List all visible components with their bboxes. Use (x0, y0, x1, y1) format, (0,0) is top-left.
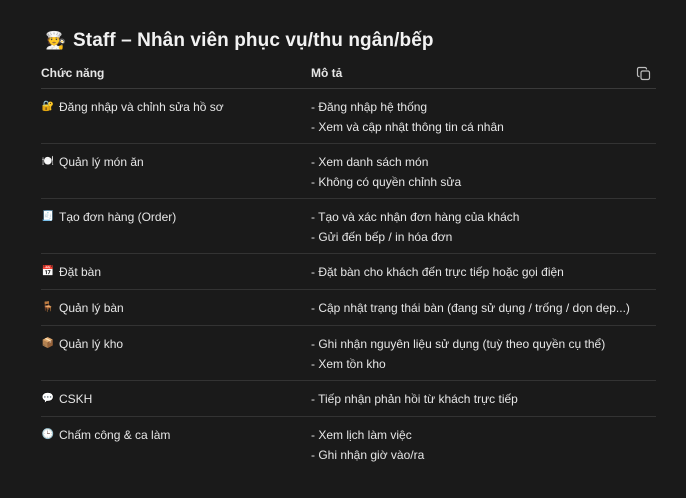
function-label: Đặt bàn (59, 265, 102, 279)
description-cell: - Xem lịch làm việc - Ghi nhận giờ vào/ra (311, 427, 656, 472)
receipt-icon: 🧾 (41, 211, 55, 222)
table-header: Chức năng Mô tả (41, 58, 656, 89)
description-cell: - Đăng nhập hệ thống - Xem và cập nhật th… (311, 99, 656, 143)
page-title-text: Staff – Nhân viên phục vụ/thu ngân/bếp (73, 30, 434, 51)
function-label: Quản lý bàn (59, 301, 124, 315)
table-row: 📦 Quản lý kho - Ghi nhận nguyên liệu sử dụ… (41, 326, 656, 381)
function-label: Tạo đơn hàng (Order) (59, 210, 177, 224)
function-label: Quản lý món ăn (59, 155, 144, 169)
function-label: Chấm công & ca làm (59, 428, 171, 442)
function-cell: 🪑 Quản lý bàn (41, 300, 311, 325)
description-line: - Cập nhật trạng thái bàn (đang sử dụng … (311, 301, 630, 315)
description-line: - Tiếp nhận phản hồi từ khách trực tiếp (311, 392, 518, 406)
description-line: - Đặt bàn cho khách đến trực tiếp hoặc g… (311, 265, 564, 279)
function-cell: 🍽️ Quản lý món ăn (41, 154, 311, 198)
plate-icon: 🍽️ (41, 156, 55, 167)
clock-icon: 🕒 (41, 429, 55, 440)
table-row: 🔐 Đăng nhập và chỉnh sửa hồ sơ - Đăng nhập… (41, 89, 656, 144)
description-line: - Ghi nhận nguyên liệu sử dụng (tuỳ theo… (311, 337, 606, 351)
table-row: 💬 CSKH - Tiếp nhận phản hồi từ khách trực … (41, 381, 656, 417)
page-title: 🧑‍🍳 Staff – Nhân viên phục vụ/thu ngân/b… (41, 28, 656, 54)
function-cell: 📦 Quản lý kho (41, 336, 311, 380)
description-line: - Không có quyền chỉnh sửa (311, 175, 462, 189)
header-function: Chức năng (41, 66, 105, 80)
package-icon: 📦 (41, 338, 55, 349)
table-row: 🍽️ Quản lý món ăn - Xem danh sách món - Khô… (41, 144, 656, 199)
function-cell: 💬 CSKH (41, 391, 311, 416)
description-cell: - Tiếp nhận phản hồi từ khách trực tiếp (311, 391, 656, 416)
copy-icon[interactable] (636, 66, 652, 82)
description-cell: - Cập nhật trạng thái bàn (đang sử dụng … (311, 300, 656, 325)
function-cell: 🧾 Tạo đơn hàng (Order) (41, 209, 311, 253)
table-row: 🕒 Chấm công & ca làm - Xem lịch làm việc - … (41, 417, 656, 472)
description-line: - Xem danh sách món (311, 155, 429, 169)
table-row: 🧾 Tạo đơn hàng (Order) - Tạo và xác nhận đ… (41, 199, 656, 254)
description-cell: - Đặt bàn cho khách đến trực tiếp hoặc g… (311, 264, 656, 289)
description-line: - Xem lịch làm việc (311, 428, 412, 442)
description-cell: - Ghi nhận nguyên liệu sử dụng (tuỳ theo… (311, 336, 656, 380)
description-cell: - Xem danh sách món - Không có quyền chỉn… (311, 154, 656, 198)
table-row: 🪑 Quản lý bàn - Cập nhật trạng thái bàn (đ… (41, 290, 656, 326)
description-line: - Đăng nhập hệ thống (311, 100, 428, 114)
description-line: - Tạo và xác nhận đơn hàng của khách (311, 210, 520, 224)
function-cell: 📅 Đặt bàn (41, 264, 311, 289)
lock-icon: 🔐 (41, 101, 55, 112)
calendar-icon: 📅 (41, 266, 55, 277)
speech-bubble-icon: 💬 (41, 393, 55, 404)
function-label: CSKH (59, 392, 93, 406)
function-label: Đăng nhập và chỉnh sửa hồ sơ (59, 100, 224, 114)
page: 🧑‍🍳 Staff – Nhân viên phục vụ/thu ngân/b… (0, 0, 686, 498)
description-cell: - Tạo và xác nhận đơn hàng của khách - Gử… (311, 209, 656, 253)
function-cell: 🔐 Đăng nhập và chỉnh sửa hồ sơ (41, 99, 311, 143)
chair-icon: 🪑 (41, 302, 55, 313)
description-line: - Xem tồn kho (311, 357, 386, 371)
description-line: - Xem và cập nhật thông tin cá nhân (311, 120, 504, 134)
function-label: Quản lý kho (59, 337, 124, 351)
table-row: 📅 Đặt bàn - Đặt bàn cho khách đến trực tiế… (41, 254, 656, 290)
roles-table: Chức năng Mô tả 🔐 Đăng nhập và chỉnh sửa … (41, 58, 656, 472)
function-cell: 🕒 Chấm công & ca làm (41, 427, 311, 472)
header-description: Mô tả (311, 66, 343, 80)
cook-icon: 🧑‍🍳 (45, 31, 67, 50)
description-line: - Ghi nhận giờ vào/ra (311, 448, 425, 462)
description-line: - Gửi đến bếp / in hóa đơn (311, 230, 453, 244)
